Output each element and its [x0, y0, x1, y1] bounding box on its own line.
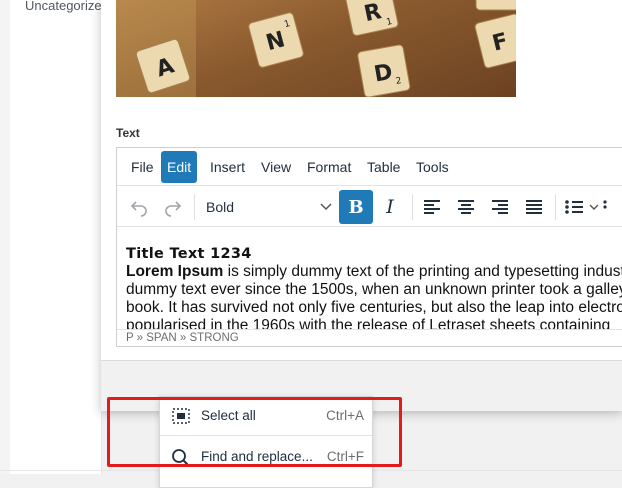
lead-bold-text: Lorem Ipsum [126, 263, 224, 280]
italic-icon: I [386, 196, 394, 218]
element-path[interactable]: P » SPAN » STRONG [117, 329, 622, 346]
scrabble-image: A N 1 R 1 D 2 F [116, 0, 516, 97]
editor-content[interactable]: Title Text 1234 Lorem Ipsum is simply du… [126, 245, 622, 329]
toolbar-separator [412, 194, 413, 220]
sidebar-strip [0, 0, 10, 474]
content-title: Title Text 1234 [126, 246, 252, 262]
align-left-icon [424, 200, 440, 214]
menu-edit[interactable]: Edit [161, 151, 198, 183]
bold-icon: B [348, 196, 364, 218]
paragraph-line-2: dummy text ever since the 1500s, when an… [126, 281, 622, 298]
menu-file[interactable]: File [125, 151, 160, 183]
align-justify-button[interactable] [517, 190, 551, 224]
align-center-button[interactable] [449, 190, 483, 224]
paragraph-line-3: book. It has survived not only five cent… [126, 299, 622, 316]
redo-button[interactable] [156, 190, 190, 224]
menu-tools[interactable]: Tools [410, 151, 455, 183]
menu-insert[interactable]: Insert [204, 151, 251, 183]
menu-table[interactable]: Table [361, 151, 406, 183]
line1-text: is simply dummy text of the printing and… [223, 263, 622, 280]
redo-icon [165, 201, 182, 217]
toolbar-separator [194, 194, 195, 220]
align-center-icon [458, 200, 474, 214]
content-paragraph: Lorem Ipsum is simply dummy text of the … [126, 263, 622, 329]
editor-toolbar: Bold B I [117, 186, 622, 227]
italic-button[interactable]: I [373, 190, 407, 224]
align-justify-icon [526, 200, 542, 214]
paragraph-line-1: Lorem Ipsum is simply dummy text of the … [126, 263, 622, 281]
bullet-list-button[interactable] [560, 190, 612, 224]
bold-button[interactable]: B [339, 190, 373, 224]
red-highlight-box [107, 397, 402, 467]
block-format-value: Bold [206, 199, 235, 215]
admin-sidebar: Uncategorized [0, 0, 109, 474]
block-format-select[interactable]: Bold [200, 190, 338, 224]
paragraph-line-4: popularised in the 1960s with the releas… [126, 317, 611, 329]
toolbar-separator [555, 194, 556, 220]
bullet-list-icon [565, 200, 607, 214]
menu-view[interactable]: View [255, 151, 297, 183]
rich-text-editor: File Edit Insert View Format Table Tools [116, 147, 622, 347]
align-right-icon [492, 200, 508, 214]
align-left-button[interactable] [415, 190, 449, 224]
chevron-down-icon [320, 203, 332, 211]
menu-format[interactable]: Format [301, 151, 357, 183]
category-label[interactable]: Uncategorized [25, 0, 109, 13]
editor-menubar: File Edit Insert View Format Table Tools [117, 148, 622, 186]
edit-modal: A N 1 R 1 D 2 F Text File Edit Insert Vi… [101, 0, 622, 411]
undo-button[interactable] [122, 190, 156, 224]
text-field-label: Text [116, 126, 140, 140]
align-right-button[interactable] [483, 190, 517, 224]
undo-icon [130, 201, 147, 217]
